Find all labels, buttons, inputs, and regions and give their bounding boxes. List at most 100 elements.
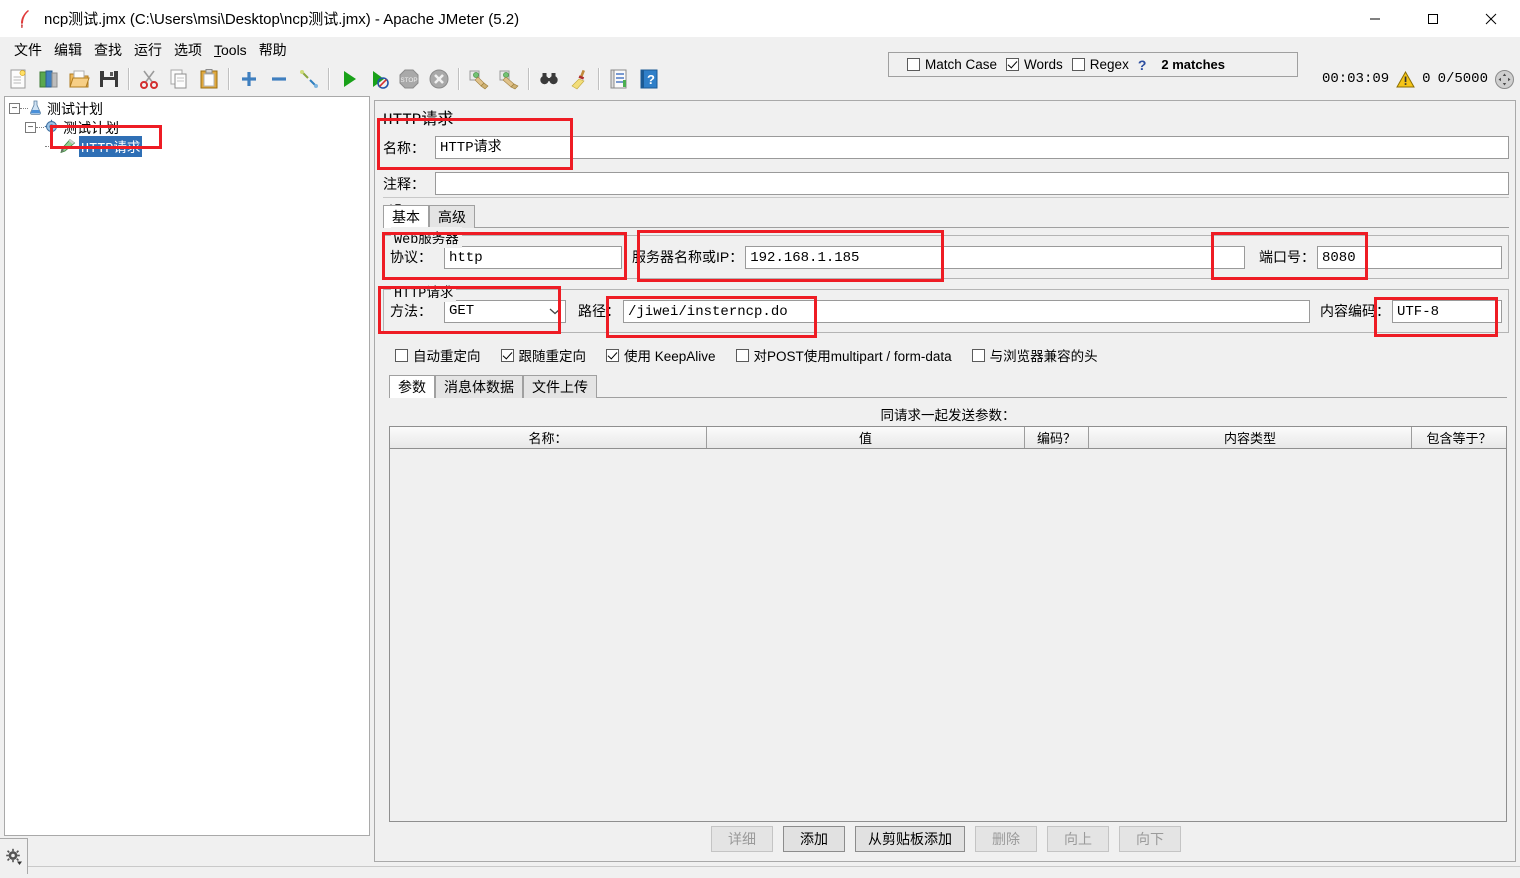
jmeter-feather-icon	[10, 4, 40, 34]
follow-redirect-checkbox[interactable]: 跟随重定向	[500, 345, 586, 365]
browser-headers-checkbox[interactable]: 与浏览器兼容的头	[971, 345, 1098, 365]
column-header-encode[interactable]: 编码？	[1025, 427, 1089, 448]
tab-advanced[interactable]: 高级	[429, 205, 475, 228]
reset-search-icon[interactable]	[565, 65, 593, 93]
toolbar-separator-4	[458, 68, 460, 90]
multipart-checkbox[interactable]: 对POST使用multipart / form-data	[735, 345, 952, 365]
menu-file[interactable]: 文件	[8, 38, 48, 62]
method-select[interactable]: GET	[444, 299, 566, 323]
menu-run[interactable]: 运行	[128, 38, 168, 62]
port-label: 端口号：	[1259, 249, 1315, 265]
open-icon[interactable]	[65, 65, 93, 93]
column-header-name[interactable]: 名称：	[390, 427, 707, 448]
regex-checkbox[interactable]: Regex	[1071, 57, 1129, 72]
tab-body-data[interactable]: 消息体数据	[435, 375, 523, 398]
detail-button[interactable]: 详细	[711, 826, 773, 852]
words-checkbox[interactable]: Words	[1006, 57, 1063, 72]
clear-icon[interactable]	[465, 65, 493, 93]
match-case-box[interactable]	[907, 58, 920, 71]
regex-box[interactable]	[1071, 58, 1085, 71]
auto-redirect-label: 自动重定向	[413, 349, 481, 364]
collapse-handle-icon-2[interactable]: −	[25, 122, 36, 133]
name-input[interactable]: HTTP请求	[435, 136, 1509, 159]
warning-triangle-icon[interactable]	[1396, 70, 1416, 88]
server-input[interactable]: 192.168.1.185	[745, 245, 1245, 269]
close-button[interactable]	[1462, 0, 1520, 37]
add-button[interactable]: 添加	[783, 826, 845, 852]
add-from-clipboard-button[interactable]: 从剪贴板添加	[855, 826, 965, 852]
protocol-input[interactable]: http	[444, 245, 622, 269]
multipart-label: 对POST使用multipart / form-data	[753, 349, 952, 364]
tab-parameters[interactable]: 参数	[389, 375, 435, 398]
web-server-group-label: Web服务器	[391, 227, 462, 248]
parameters-table[interactable]: 名称： 值 编码？ 内容类型 包含等于？	[389, 426, 1507, 822]
tree-node-test-plan[interactable]: − 测试计划	[5, 99, 369, 118]
toolbar-separator-5	[528, 68, 530, 90]
expand-icon[interactable]	[1495, 69, 1514, 89]
search-panel: Match Case Words Regex ? 2 matches	[888, 52, 1298, 77]
expand-all-icon[interactable]	[235, 65, 263, 93]
encoding-input[interactable]: UTF-8	[1392, 299, 1502, 323]
test-plan-tree[interactable]: − 测试计划 − 测试计划 HTTP请求	[4, 96, 370, 836]
maximize-button[interactable]	[1404, 0, 1462, 37]
match-case-checkbox[interactable]: Match Case	[907, 57, 997, 72]
start-no-pauses-icon[interactable]	[365, 65, 393, 93]
tab-basic[interactable]: 基本	[383, 205, 429, 228]
paste-icon[interactable]	[195, 65, 223, 93]
search-icon[interactable]	[535, 65, 563, 93]
splitter[interactable]	[383, 197, 1509, 208]
follow-redirect-box[interactable]	[500, 348, 514, 362]
column-header-content-type[interactable]: 内容类型	[1089, 427, 1412, 448]
browser-headers-box[interactable]	[971, 348, 985, 362]
comment-row: 注释：	[383, 172, 1509, 195]
start-icon[interactable]	[335, 65, 363, 93]
search-help-icon[interactable]: ?	[1138, 57, 1147, 73]
table-body[interactable]	[390, 449, 1506, 821]
cut-icon[interactable]	[135, 65, 163, 93]
clear-all-icon[interactable]	[495, 65, 523, 93]
toolbar-separator	[128, 68, 130, 90]
path-input[interactable]: /jiwei/insterncp.do	[623, 299, 1310, 323]
new-icon[interactable]	[5, 65, 33, 93]
keepalive-box[interactable]	[606, 348, 619, 362]
move-down-button[interactable]: 向下	[1119, 826, 1181, 852]
data-tab-filler	[597, 397, 1507, 398]
copy-icon[interactable]	[165, 65, 193, 93]
elapsed-time: 00:03:09	[1321, 71, 1390, 87]
keepalive-checkbox[interactable]: 使用 KeepAlive	[606, 345, 716, 365]
column-header-include-equals[interactable]: 包含等于？	[1412, 427, 1506, 448]
window-title: ncp测试.jmx (C:\Users\msi\Desktop\ncp测试.jm…	[44, 11, 520, 28]
toggle-icon[interactable]	[295, 65, 323, 93]
tree-label-http-request: HTTP请求	[79, 136, 143, 157]
save-icon[interactable]	[95, 65, 123, 93]
menu-edit[interactable]: 编辑	[48, 38, 88, 62]
menu-search[interactable]: 查找	[88, 38, 128, 62]
multipart-box[interactable]	[735, 348, 749, 362]
tab-file-upload[interactable]: 文件上传	[523, 375, 597, 398]
templates-icon[interactable]	[35, 65, 63, 93]
window-controls	[1346, 0, 1520, 37]
function-helper-icon[interactable]	[605, 65, 633, 93]
comment-input[interactable]	[435, 172, 1509, 195]
collapse-all-icon[interactable]	[265, 65, 293, 93]
minimize-button[interactable]	[1346, 0, 1404, 37]
auto-redirect-checkbox[interactable]: 自动重定向	[395, 345, 481, 365]
path-label: 路径：	[578, 303, 620, 319]
column-header-value[interactable]: 值	[707, 427, 1025, 448]
move-up-button[interactable]: 向上	[1047, 826, 1109, 852]
collapse-handle-icon[interactable]: −	[9, 103, 20, 114]
help-icon[interactable]: ?	[635, 65, 663, 93]
tree-node-http-request[interactable]: HTTP请求	[5, 136, 369, 157]
menu-options[interactable]: 选项	[168, 38, 208, 62]
auto-redirect-box[interactable]	[395, 348, 408, 362]
method-label: 方法：	[390, 303, 432, 319]
port-input[interactable]: 8080	[1317, 245, 1502, 269]
menu-tools[interactable]: Tools	[208, 40, 253, 60]
delete-button[interactable]: 删除	[975, 826, 1037, 852]
server-label: 服务器名称或IP：	[632, 249, 744, 265]
words-box[interactable]	[1006, 58, 1020, 71]
regex-label: Regex	[1089, 57, 1129, 72]
tree-options-button[interactable]	[0, 838, 28, 874]
menu-help[interactable]: 帮助	[253, 38, 293, 62]
tree-node-thread-group[interactable]: − 测试计划	[5, 118, 369, 137]
